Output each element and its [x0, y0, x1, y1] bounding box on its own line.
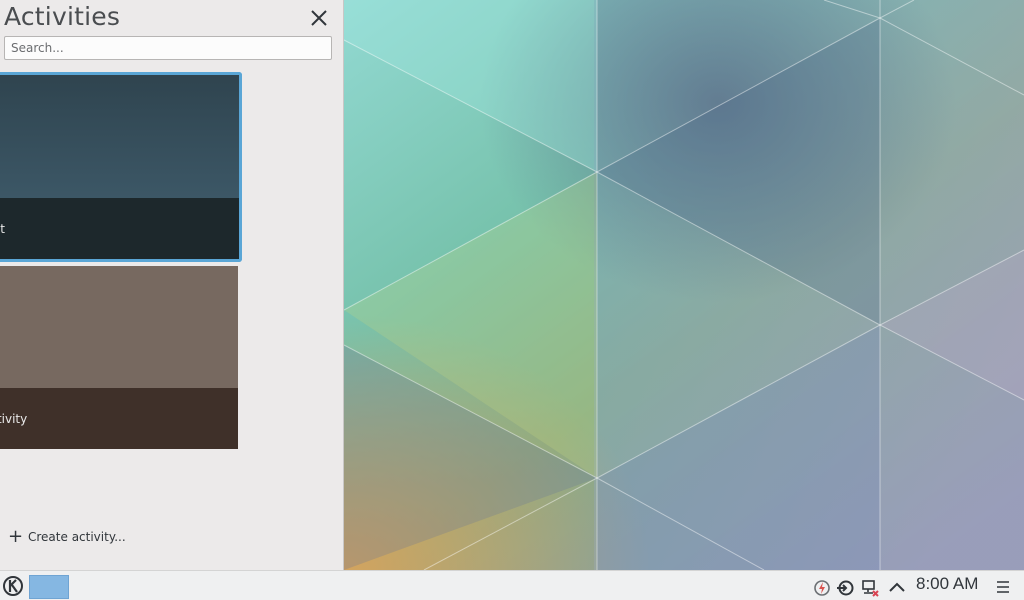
panel-title: Activities — [4, 2, 121, 31]
close-icon — [311, 10, 327, 26]
activity-card-preview — [0, 75, 239, 198]
taskbar: 8:00 AM — [0, 570, 1024, 600]
activity-card[interactable]: t — [0, 72, 242, 262]
activity-card-label: activity — [0, 411, 28, 426]
kde-connect-icon[interactable] — [836, 579, 854, 597]
panel-options-menu-icon[interactable] — [995, 579, 1011, 595]
activity-card-preview — [0, 266, 238, 388]
create-activity-label: Create activity... — [28, 530, 126, 544]
close-button[interactable] — [306, 5, 332, 31]
search-input[interactable] — [4, 36, 332, 60]
desktop-wallpaper[interactable] — [344, 0, 1024, 570]
activity-card-footer: activity — [0, 388, 238, 449]
activities-panel: Activities t activity + Create activity.… — [0, 0, 344, 570]
activity-card-footer: t — [0, 198, 239, 259]
wallpaper-image — [344, 0, 1024, 570]
power-management-icon[interactable] — [813, 579, 831, 597]
show-hidden-icons-icon[interactable] — [888, 579, 906, 597]
plus-icon: + — [8, 526, 24, 547]
digital-clock[interactable]: 8:00 AM — [916, 574, 978, 594]
network-disconnected-icon[interactable] — [861, 579, 879, 597]
activity-card-label: t — [0, 221, 5, 236]
activity-card[interactable]: activity — [0, 266, 238, 449]
kde-application-launcher-icon[interactable] — [2, 575, 24, 597]
create-activity-button[interactable]: + Create activity... — [8, 527, 126, 547]
pager-desktop-1[interactable] — [29, 575, 69, 599]
